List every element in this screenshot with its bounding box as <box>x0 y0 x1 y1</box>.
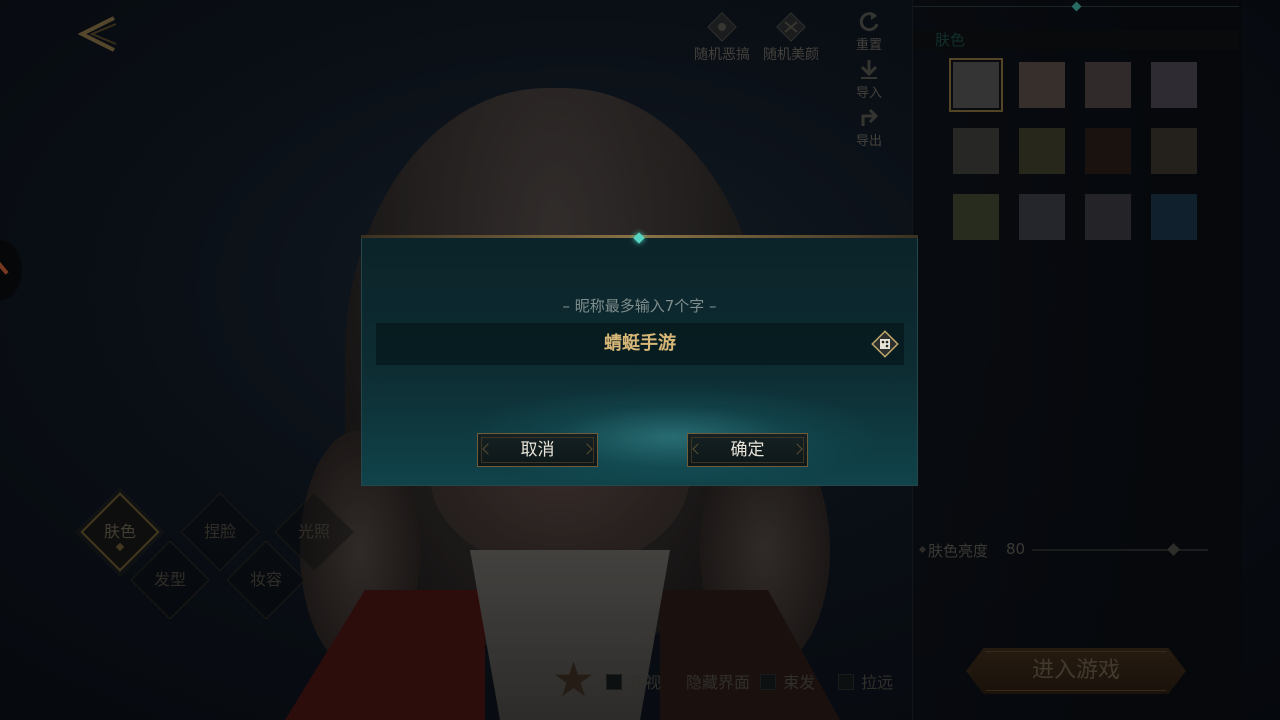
confirm-button[interactable]: 确定 <box>687 433 808 467</box>
nickname-dialog: – 昵称最多输入7个字 – 蜻蜓手游 取消 确定 <box>361 232 918 486</box>
nickname-value: 蜻蜓手游 <box>604 333 676 354</box>
cancel-label: 取消 <box>520 440 555 460</box>
cancel-button[interactable]: 取消 <box>477 433 598 467</box>
nickname-input[interactable]: 蜻蜓手游 <box>376 323 904 365</box>
dialog-background-wave <box>462 382 882 482</box>
dice-icon <box>871 330 899 358</box>
nickname-hint: – 昵称最多输入7个字 – <box>562 297 717 315</box>
random-name-button[interactable] <box>870 329 900 359</box>
confirm-label: 确定 <box>730 440 765 460</box>
